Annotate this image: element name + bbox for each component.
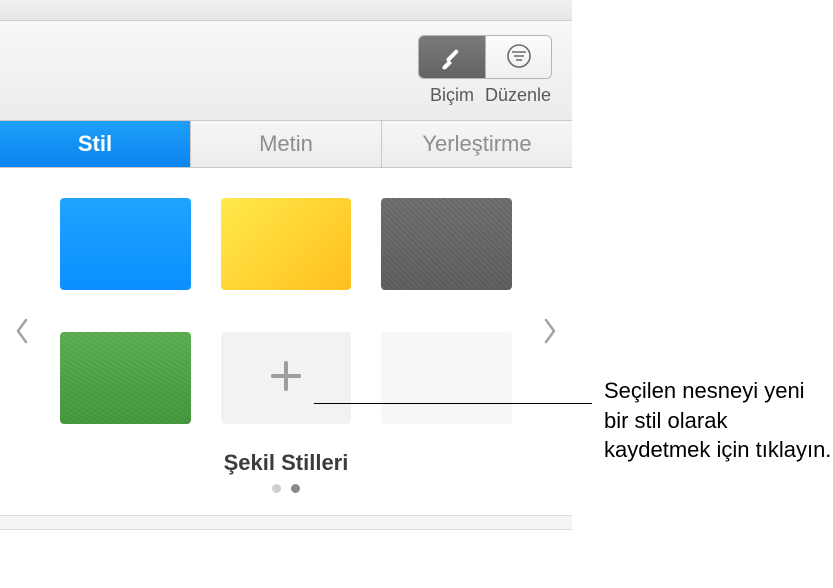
style-swatch-blue[interactable] (60, 198, 191, 290)
style-swatch-empty[interactable] (381, 332, 512, 424)
style-swatch-green[interactable] (60, 332, 191, 424)
toolbar: Biçim Düzenle (0, 21, 572, 121)
paintbrush-icon (437, 42, 467, 73)
filter-icon (505, 42, 533, 73)
inspector-tabs: Stil Metin Yerleştirme (0, 121, 572, 168)
tab-text-label: Metin (259, 131, 313, 157)
page-dot-1[interactable] (272, 484, 281, 493)
format-button[interactable] (419, 36, 485, 78)
shape-styles-pane: Şekil Stilleri (0, 168, 572, 516)
format-arrange-segment (418, 35, 552, 79)
tab-arrange[interactable]: Yerleştirme (382, 121, 572, 167)
tab-arrange-label: Yerleştirme (422, 131, 531, 157)
style-swatch-gray[interactable] (381, 198, 512, 290)
tab-style-label: Stil (78, 131, 112, 157)
tab-style[interactable]: Stil (0, 121, 191, 167)
page-dot-2[interactable] (291, 484, 300, 493)
callout-text: Seçilen nesneyi yeni bir stil olarak kay… (604, 376, 833, 465)
chevron-right-icon (542, 317, 558, 350)
format-label: Biçim (419, 85, 485, 106)
style-swatch-grid (60, 198, 512, 424)
add-style-button[interactable] (221, 332, 352, 424)
tab-text[interactable]: Metin (191, 121, 382, 167)
style-swatch-yellow[interactable] (221, 198, 352, 290)
styles-next-button[interactable] (538, 314, 562, 354)
callout-line (314, 403, 592, 404)
chevron-left-icon (14, 317, 30, 350)
shape-styles-title: Şekil Stilleri (16, 450, 556, 476)
arrange-label: Düzenle (485, 85, 551, 106)
window-chrome (0, 0, 572, 21)
arrange-button[interactable] (485, 36, 551, 78)
styles-prev-button[interactable] (10, 314, 34, 354)
section-divider (0, 516, 572, 530)
plus-icon (267, 357, 305, 400)
styles-page-dots (16, 484, 556, 505)
